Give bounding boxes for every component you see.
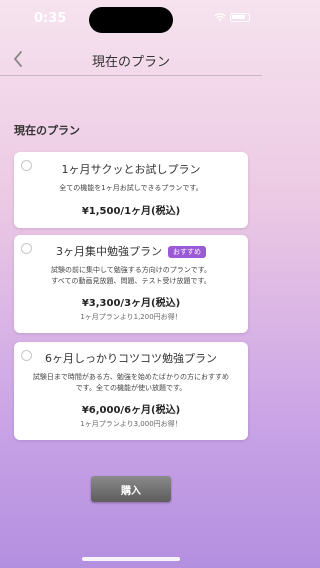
plan-savings: 1ヶ月プランより1,200円お得！	[80, 313, 182, 321]
recommended-badge: おすすめ	[168, 246, 206, 258]
dynamic-island	[89, 7, 173, 33]
plan-description: 試験の前に集中して勉強する方向けのプランです。	[50, 266, 212, 274]
status-icons	[214, 13, 250, 22]
plan-price: ¥3,300/3ヶ月(税込)	[81, 298, 181, 309]
status-bar: 0:35	[0, 0, 262, 38]
plan-name: 3ヶ月集中勉強プラン	[56, 245, 162, 258]
plan-price: ¥6,000/6ヶ月(税込)	[81, 405, 181, 416]
plan-radio[interactable]	[21, 243, 32, 254]
plan-name-row: 3ヶ月集中勉強プラン おすすめ	[14, 243, 248, 259]
wifi-icon	[214, 13, 226, 22]
nav-bar: 現在のプラン	[0, 42, 262, 76]
plan-name: 1ヶ月サクッとお試しプラン	[61, 163, 201, 176]
plan-price: ¥1,500/1ヶ月(税込)	[81, 206, 181, 217]
plan-description: すべての動画見放題、問題、テスト受け放題です。	[51, 277, 211, 285]
plan-card-6month[interactable]: 6ヶ月しっかりコツコツ勉強プラン 試験日まで時間がある方、勉強を始めたばかりの方…	[14, 342, 248, 440]
plan-description: 試験日まで時間がある方、勉強を始めたばかりの方におすすめ	[32, 373, 230, 381]
battery-icon	[230, 13, 250, 22]
plan-description: 全ての機能を1ヶ月お試しできるプランです。	[59, 184, 203, 192]
section-title: 現在のプラン	[14, 124, 80, 137]
plan-description: です。全ての機能が使い放題です。	[75, 384, 187, 392]
plan-name: 6ヶ月しっかりコツコツ勉強プラン	[45, 352, 217, 365]
status-time: 0:35	[34, 11, 67, 26]
plan-radio[interactable]	[21, 160, 32, 171]
purchase-button[interactable]: 購入	[91, 476, 171, 502]
plan-card-3month[interactable]: 3ヶ月集中勉強プラン おすすめ 試験の前に集中して勉強する方向けのプランです。 す…	[14, 235, 248, 333]
plan-card-1month[interactable]: 1ヶ月サクッとお試しプラン 全ての機能を1ヶ月お試しできるプランです。 ¥1,5…	[14, 152, 248, 228]
page-title: 現在のプラン	[91, 55, 170, 70]
home-indicator	[82, 557, 180, 561]
plan-radio[interactable]	[21, 350, 32, 361]
plan-savings: 1ヶ月プランより3,000円お得！	[80, 420, 182, 428]
